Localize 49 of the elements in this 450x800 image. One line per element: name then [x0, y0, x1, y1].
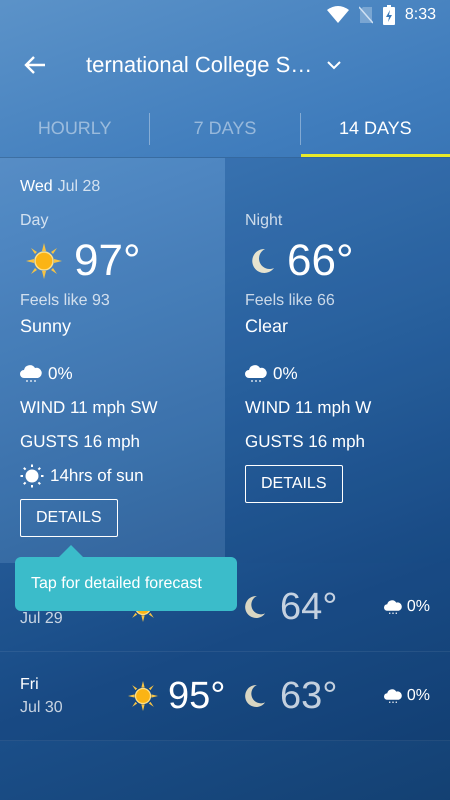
- gusts-text: GUSTS 16 mph: [245, 431, 365, 453]
- precipitation-text: 0%: [406, 598, 430, 616]
- day-temperature: 95°: [168, 674, 226, 718]
- weekday-label: Fri: [20, 676, 40, 694]
- rain-cloud-icon: [384, 688, 402, 704]
- period-label: Night: [245, 212, 282, 230]
- wind-text: WIND 11 mph W: [245, 397, 372, 419]
- sun-outline-icon: [20, 464, 44, 488]
- precipitation-text: 0%: [48, 364, 73, 384]
- wifi-icon: [326, 6, 349, 24]
- no-sim-icon: [358, 6, 373, 24]
- tooltip[interactable]: Tap for detailed forecast: [15, 557, 237, 611]
- rain-cloud-icon: [384, 600, 402, 614]
- precipitation-text: 0%: [406, 687, 430, 705]
- sun-hours-text: 14hrs of sun: [50, 466, 144, 486]
- wind-text: WIND 11 mph SW: [20, 397, 158, 419]
- status-time: 8:33: [404, 6, 436, 24]
- rain-cloud-icon: [20, 365, 42, 383]
- forecast-tab[interactable]: 14 DAYS: [300, 100, 450, 157]
- date-label: Jul 28: [58, 178, 100, 197]
- night-temperature: 64°: [280, 586, 338, 628]
- temperature: 97°: [74, 236, 141, 286]
- back-arrow-icon[interactable]: [24, 55, 46, 75]
- weekday-label: Wed: [20, 178, 53, 197]
- details-button[interactable]: DETAILS: [245, 465, 342, 503]
- date-label: Jul 30: [20, 698, 64, 716]
- rain-cloud-icon: [245, 365, 267, 383]
- forecast-tab[interactable]: 7 DAYS: [150, 100, 300, 157]
- forecast-tab[interactable]: HOURLY: [0, 100, 150, 157]
- feels-like-text: Feels like 66: [245, 292, 335, 310]
- feels-like-text: Feels like 93: [20, 292, 110, 310]
- night-temperature: 63°: [280, 674, 338, 718]
- chevron-down-icon[interactable]: [326, 60, 342, 70]
- temperature: 66°: [287, 236, 354, 286]
- date-label: Jul 29: [20, 610, 64, 628]
- moon-icon: [244, 595, 266, 619]
- sun-icon: [26, 243, 62, 279]
- precipitation-text: 0%: [273, 364, 298, 384]
- tooltip-pointer: [59, 545, 83, 557]
- location-title[interactable]: ternational College S…: [86, 52, 312, 78]
- battery-charging-icon: [382, 5, 395, 25]
- moon-icon: [244, 684, 266, 708]
- period-label: Day: [20, 212, 48, 230]
- sun-icon: [128, 681, 158, 711]
- moon-icon: [251, 248, 275, 274]
- details-button[interactable]: DETAILS: [20, 499, 118, 537]
- gusts-text: GUSTS 16 mph: [20, 431, 140, 453]
- condition-text: Sunny: [20, 316, 72, 337]
- condition-text: Clear: [245, 316, 288, 337]
